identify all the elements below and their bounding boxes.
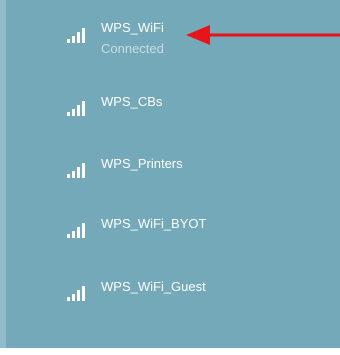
red-arrow-icon: [186, 25, 340, 45]
network-item-wps-cbs[interactable]: WPS_CBs: [58, 88, 308, 122]
bottom-margin: [0, 348, 340, 355]
wifi-signal-icon: [67, 101, 85, 116]
network-status: Connected: [101, 41, 164, 56]
network-ssid: WPS_WiFi_Guest: [101, 279, 206, 294]
network-list-panel: WPS_WiFi Connected WPS_CBs WPS_Printers: [6, 0, 340, 348]
wifi-signal-icon: [67, 28, 85, 43]
network-ssid: WPS_WiFi_BYOT: [101, 216, 207, 231]
wifi-signal-icon: [67, 286, 85, 301]
network-ssid: WPS_Printers: [101, 156, 183, 171]
wifi-signal-icon: [67, 163, 85, 178]
wifi-network-flyout: WPS_WiFi Connected WPS_CBs WPS_Printers: [0, 0, 340, 355]
network-item-wps-printers[interactable]: WPS_Printers: [58, 150, 308, 184]
wifi-signal-icon: [67, 223, 85, 238]
network-ssid: WPS_CBs: [101, 94, 163, 109]
network-item-wps-wifi-guest[interactable]: WPS_WiFi_Guest: [58, 273, 308, 307]
network-ssid: WPS_WiFi: [101, 20, 164, 35]
network-item-wps-wifi-byot[interactable]: WPS_WiFi_BYOT: [58, 210, 308, 244]
